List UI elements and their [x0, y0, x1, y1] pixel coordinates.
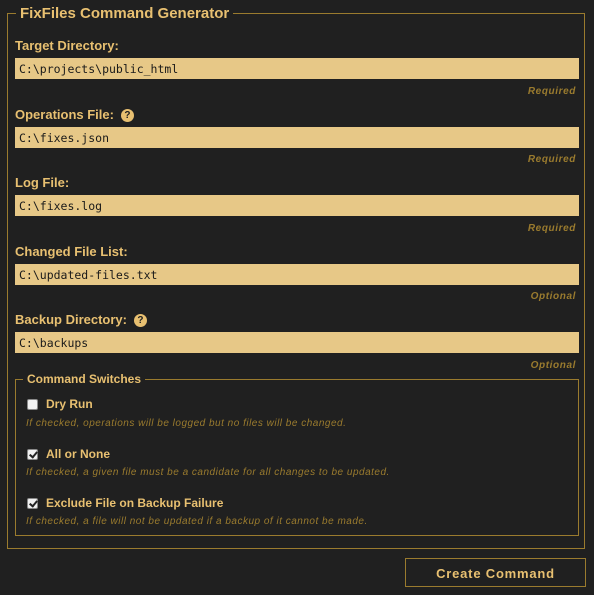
switch-exclude-on-backup-failure[interactable]: Exclude File on Backup Failure: [27, 496, 223, 510]
log-file-required-note: Required: [527, 223, 576, 234]
command-switches-fieldset: Command Switches Dry Run If checked, ope…: [15, 372, 579, 536]
log-file-input[interactable]: [15, 195, 579, 216]
log-file-label: Log File:: [15, 175, 69, 191]
operations-file-label: Operations File: ?: [15, 107, 134, 123]
log-file-label-text: Log File:: [15, 175, 70, 190]
changed-file-list-optional-note: Optional: [530, 291, 576, 302]
help-icon[interactable]: ?: [120, 108, 134, 122]
exclude-on-backup-failure-description: If checked, a file will not be updated i…: [26, 516, 368, 527]
exclude-on-backup-failure-label[interactable]: Exclude File on Backup Failure: [46, 496, 223, 510]
changed-file-list-input[interactable]: [15, 264, 579, 285]
target-directory-label: Target Directory:: [15, 38, 119, 54]
target-directory-input[interactable]: [15, 58, 579, 79]
target-directory-label-text: Target Directory:: [15, 38, 119, 53]
switch-dry-run[interactable]: Dry Run: [27, 397, 93, 411]
operations-file-input[interactable]: [15, 127, 579, 148]
exclude-on-backup-failure-checkbox[interactable]: [27, 497, 38, 509]
operations-file-label-text: Operations File:: [15, 107, 114, 122]
all-or-none-checkbox[interactable]: [27, 448, 38, 460]
all-or-none-description: If checked, a given file must be a candi…: [26, 467, 390, 478]
dry-run-label[interactable]: Dry Run: [46, 397, 93, 411]
switch-all-or-none[interactable]: All or None: [27, 447, 110, 461]
changed-file-list-label: Changed File List:: [15, 244, 128, 260]
backup-directory-label-text: Backup Directory:: [15, 312, 127, 327]
help-icon[interactable]: ?: [133, 313, 147, 327]
target-directory-required-note: Required: [527, 86, 576, 97]
create-command-button[interactable]: Create Command: [405, 558, 586, 587]
dry-run-checkbox[interactable]: [27, 398, 38, 410]
changed-file-list-label-text: Changed File List:: [15, 244, 128, 259]
backup-directory-optional-note: Optional: [530, 360, 576, 371]
app-title: FixFiles Command Generator: [16, 5, 234, 23]
operations-file-required-note: Required: [527, 154, 576, 165]
backup-directory-input[interactable]: [15, 332, 579, 353]
backup-directory-label: Backup Directory: ?: [15, 312, 147, 328]
command-switches-legend: Command Switches: [23, 372, 146, 387]
dry-run-description: If checked, operations will be logged bu…: [26, 418, 347, 429]
all-or-none-label[interactable]: All or None: [46, 447, 110, 461]
